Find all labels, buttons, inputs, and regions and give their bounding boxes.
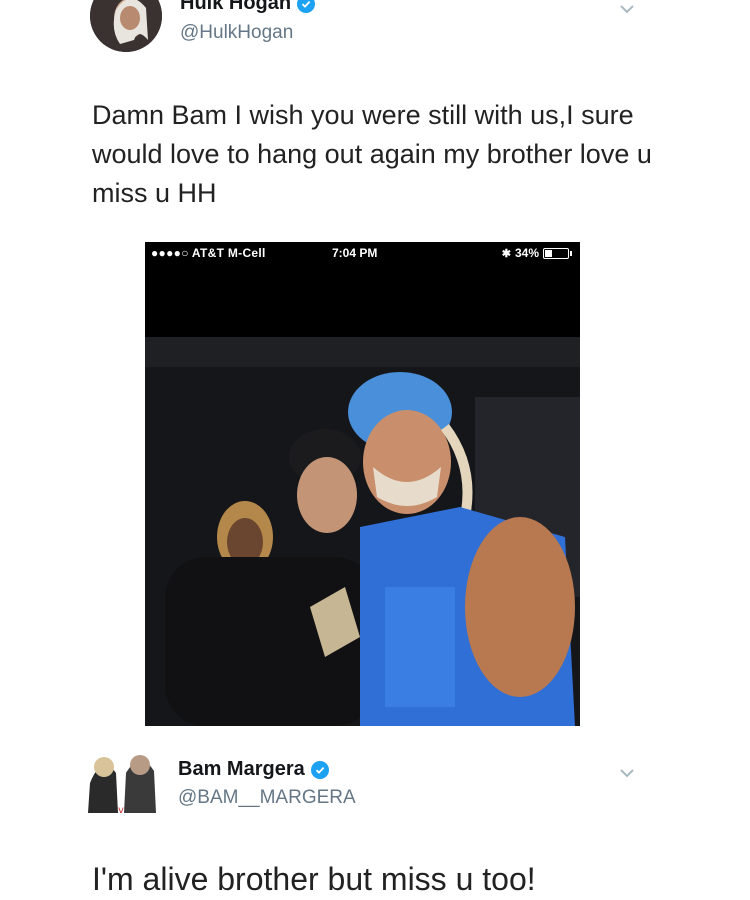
status-bar: ●●●●○ AT&T M-Cell 7:04 PM ✱ 34% <box>145 242 580 264</box>
avatar[interactable]: v <box>82 743 162 815</box>
avatar-photo <box>90 0 162 52</box>
battery-percent: 34% <box>514 246 539 260</box>
carrier-label: ●●●●○ AT&T M-Cell <box>151 246 266 260</box>
handle[interactable]: @HulkHogan <box>180 22 293 44</box>
display-name[interactable]: Bam Margera <box>178 758 305 781</box>
name-line: Hulk Hogan <box>180 0 316 15</box>
tweet-text: Damn Bam I wish you were still with us,I… <box>92 100 652 208</box>
photo <box>145 337 580 726</box>
chevron-down-icon[interactable] <box>616 0 638 20</box>
chevron-down-icon[interactable] <box>616 762 638 784</box>
display-name[interactable]: Hulk Hogan <box>180 0 291 15</box>
embedded-screenshot[interactable]: ●●●●○ AT&T M-Cell 7:04 PM ✱ 34% <box>145 242 580 726</box>
tweet-text: I'm alive brother but miss u too! <box>92 861 536 897</box>
avatar[interactable] <box>90 0 162 52</box>
tweet-header: v Bam Margera @BAM__MARGERA <box>0 738 750 818</box>
svg-text:v: v <box>118 805 124 815</box>
name-line: Bam Margera <box>178 758 329 781</box>
tweet-header: Hulk Hogan @HulkHogan <box>0 0 750 60</box>
battery-indicator: ✱ 34% <box>502 246 572 260</box>
avatar-photo: v <box>82 743 162 815</box>
bluetooth-icon: ✱ <box>501 247 511 260</box>
verified-badge-icon <box>310 760 329 779</box>
battery-icon <box>543 247 569 259</box>
handle[interactable]: @BAM__MARGERA <box>178 787 356 809</box>
verified-badge-icon <box>297 0 316 13</box>
status-time: 7:04 PM <box>332 246 378 260</box>
